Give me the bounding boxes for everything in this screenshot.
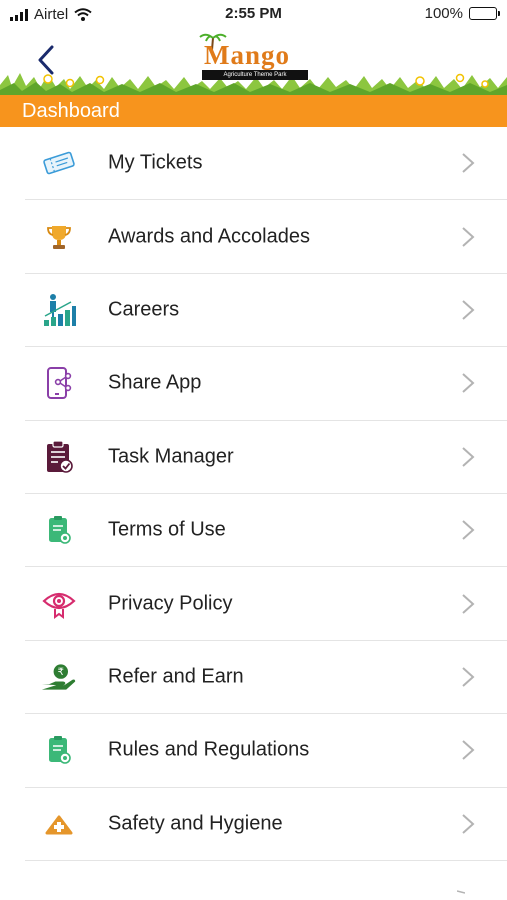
status-bar: Airtel 2:55 PM 100% (0, 0, 507, 28)
status-right: 100% (424, 5, 500, 22)
menu-item-label: Share App (108, 371, 202, 394)
menu-item-share-app[interactable]: Share App (25, 347, 507, 421)
menu-item-awards[interactable]: Awards and Accolades (25, 200, 507, 274)
chevron-right-icon (462, 373, 475, 394)
menu-item-privacy-policy[interactable]: Privacy Policy (25, 567, 507, 641)
battery-percent: 100% (424, 5, 463, 22)
next-item-chevron-hint-icon (457, 890, 465, 894)
logo-subtitle: Agriculture Theme Park (202, 70, 308, 80)
menu-item-label: Safety and Hygiene (108, 812, 283, 835)
menu-item-label: Awards and Accolades (108, 225, 310, 248)
app-header: Mango Agriculture Theme Park (0, 28, 507, 95)
svg-text:₹: ₹ (58, 667, 64, 678)
chevron-right-icon (462, 667, 475, 687)
ticket-icon (41, 145, 77, 181)
menu-item-careers[interactable]: Careers (25, 274, 507, 348)
menu-item-refer-and-earn[interactable]: ₹ Refer and Earn (25, 641, 507, 715)
menu-item-label: My Tickets (108, 151, 203, 174)
chevron-right-icon (462, 813, 475, 834)
menu-item-task-manager[interactable]: Task Manager (25, 421, 507, 494)
terms-document-icon (41, 512, 77, 548)
chevron-left-icon (38, 45, 54, 75)
menu-item-label: Privacy Policy (108, 592, 233, 615)
safety-kit-icon (41, 806, 77, 842)
trophy-icon (41, 219, 77, 255)
menu-list: My Tickets Awards and Accolades Careers … (25, 127, 507, 861)
chevron-right-icon (462, 153, 475, 173)
chevron-right-icon (462, 226, 475, 247)
menu-item-label: Terms of Use (108, 518, 226, 541)
logo-title: Mango (204, 40, 290, 70)
chevron-right-icon (462, 300, 475, 320)
battery-icon (469, 7, 500, 20)
chevron-right-icon (462, 447, 475, 467)
menu-item-safety-and-hygiene[interactable]: Safety and Hygiene (25, 788, 507, 861)
menu-item-label: Refer and Earn (108, 665, 244, 688)
refer-earn-hand-icon: ₹ (41, 659, 77, 695)
back-button[interactable] (30, 40, 62, 80)
menu-item-label: Task Manager (108, 445, 234, 468)
menu-item-my-tickets[interactable]: My Tickets (25, 127, 507, 201)
menu-item-terms-of-use[interactable]: Terms of Use (25, 494, 507, 568)
career-growth-icon (41, 292, 77, 328)
chevron-right-icon (462, 593, 475, 614)
mango-logo: Mango Agriculture Theme Park (198, 32, 310, 82)
page-title: Dashboard (22, 100, 120, 122)
rules-document-icon (41, 732, 77, 768)
menu-item-label: Rules and Regulations (108, 738, 310, 761)
task-clipboard-icon (41, 439, 77, 475)
menu-item-rules-and-regulations[interactable]: Rules and Regulations (25, 714, 507, 788)
title-bar: Dashboard (0, 95, 507, 127)
share-app-icon (41, 365, 77, 401)
chevron-right-icon (462, 520, 475, 540)
chevron-right-icon (462, 740, 475, 761)
menu-item-label: Careers (108, 298, 180, 321)
privacy-eye-icon (41, 586, 77, 622)
